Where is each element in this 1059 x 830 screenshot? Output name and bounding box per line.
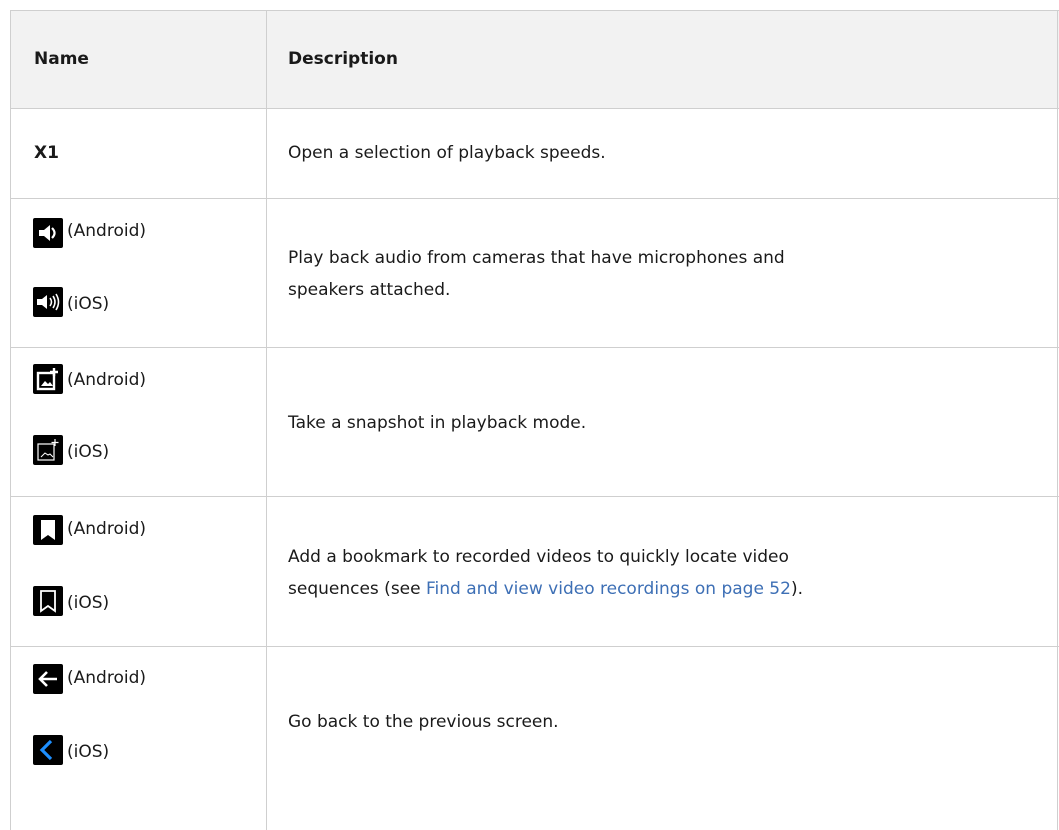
platform-label-ios: (iOS): [67, 442, 110, 462]
row-description: Go back to the previous screen.: [288, 712, 559, 732]
speaker-icon: [33, 218, 63, 248]
bookmark-outline-icon: [33, 586, 63, 616]
row-name-x1: X1: [34, 143, 59, 163]
row-divider: [11, 108, 1059, 109]
controls-table: Name Description X1 Open a selection of …: [10, 10, 1059, 830]
row-description-line: speakers attached.: [288, 280, 451, 300]
arrow-left-icon: [33, 664, 63, 694]
platform-label-android: (Android): [67, 221, 146, 241]
speaker-waves-icon: [33, 287, 63, 317]
bookmark-icon: [33, 515, 63, 545]
platform-label-android: (Android): [67, 668, 146, 688]
row-description-line: Play back audio from cameras that have m…: [288, 248, 785, 268]
row-description-line: Add a bookmark to recorded videos to qui…: [288, 547, 789, 567]
header-name: Name: [34, 49, 89, 69]
column-divider: [266, 11, 267, 830]
platform-label-android: (Android): [67, 370, 146, 390]
description-text: sequences (see: [288, 579, 426, 599]
row-divider: [11, 198, 1059, 199]
row-divider: [11, 347, 1059, 348]
platform-label-android: (Android): [67, 519, 146, 539]
row-divider: [11, 496, 1059, 497]
platform-label-ios: (iOS): [67, 294, 110, 314]
row-description: Open a selection of playback speeds.: [288, 143, 606, 163]
chevron-left-icon: [33, 735, 63, 765]
platform-label-ios: (iOS): [67, 593, 110, 613]
table-right-border: [1057, 11, 1058, 830]
row-description: Take a snapshot in playback mode.: [288, 413, 587, 433]
header-description: Description: [288, 49, 398, 69]
snapshot-add-icon: [33, 364, 63, 394]
table-header-row: [11, 11, 1059, 108]
platform-label-ios: (iOS): [67, 742, 110, 762]
row-description-line: sequences (see Find and view video recor…: [288, 573, 803, 605]
description-text: ).: [790, 579, 803, 599]
row-divider: [11, 646, 1059, 647]
snapshot-add-outline-icon: [33, 435, 63, 465]
find-recordings-link[interactable]: Find and view video recordings on page 5…: [426, 579, 791, 599]
